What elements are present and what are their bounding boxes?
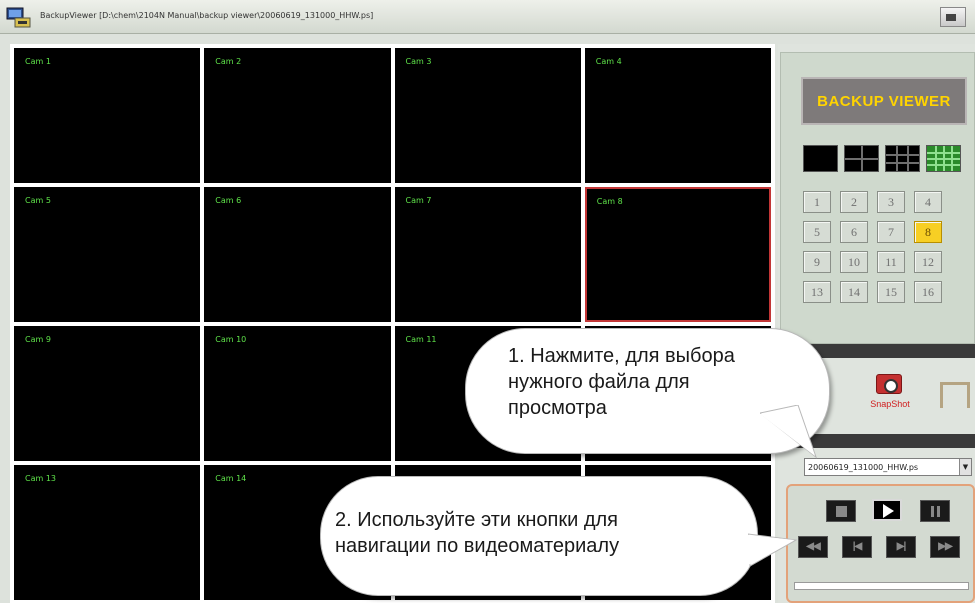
camera-label: Cam 14 bbox=[215, 474, 247, 483]
channel-button[interactable]: 10 bbox=[840, 251, 868, 273]
channel-button[interactable]: 13 bbox=[803, 281, 831, 303]
camera-label: Cam 1 bbox=[25, 57, 51, 66]
channel-button[interactable]: 14 bbox=[840, 281, 868, 303]
play-icon bbox=[883, 504, 894, 518]
minimize-icon bbox=[946, 14, 956, 21]
fast-rewind-button[interactable]: ◀◀ bbox=[798, 536, 828, 558]
title-bar: BackupViewer [D:\chem\2104N Manual\backu… bbox=[0, 0, 975, 34]
logo: BACKUP VIEWER bbox=[801, 77, 967, 125]
channel-button[interactable]: 5 bbox=[803, 221, 831, 243]
camera-label: Cam 8 bbox=[596, 197, 623, 206]
channel-button[interactable]: 2 bbox=[840, 191, 868, 213]
camera-label: Cam 7 bbox=[405, 196, 432, 205]
minimize-button[interactable] bbox=[940, 7, 966, 27]
camera-cell[interactable]: Cam 13 bbox=[14, 465, 201, 600]
window-title: BackupViewer [D:\chem\2104N Manual\backu… bbox=[40, 11, 374, 20]
pause-button[interactable] bbox=[920, 500, 950, 522]
play-button[interactable] bbox=[872, 499, 902, 521]
camera-label: Cam 4 bbox=[595, 57, 622, 66]
camera-label: Cam 5 bbox=[25, 196, 51, 205]
camera-cell[interactable]: Cam 9 bbox=[14, 326, 201, 461]
channel-button[interactable]: 15 bbox=[877, 281, 905, 303]
file-select[interactable]: 20060619_131000_HHW.ps ▼ bbox=[804, 458, 972, 476]
channel-button[interactable]: 12 bbox=[914, 251, 942, 273]
callout-line: нужного файла для bbox=[508, 371, 690, 393]
callout-pointer bbox=[760, 405, 818, 459]
camera-label: Cam 2 bbox=[215, 57, 242, 66]
camera-cell[interactable]: Cam 7 bbox=[394, 187, 581, 322]
camera-cell[interactable]: Cam 8 bbox=[584, 187, 771, 322]
camera-label: Cam 13 bbox=[25, 474, 57, 483]
camera-label: Cam 6 bbox=[215, 196, 242, 205]
fast-forward-button[interactable]: ▶▶ bbox=[930, 536, 960, 558]
stop-icon bbox=[836, 506, 847, 517]
fast-forward-icon: ▶▶ bbox=[938, 541, 952, 552]
stop-button[interactable] bbox=[826, 500, 856, 522]
file-select-value: 20060619_131000_HHW.ps bbox=[808, 463, 919, 472]
camera-cell[interactable]: Cam 4 bbox=[584, 48, 771, 183]
camera-cell[interactable]: Cam 3 bbox=[394, 48, 581, 183]
camera-cell[interactable]: Cam 6 bbox=[204, 187, 391, 322]
playback-panel: ◀◀ |◀ ▶| ▶▶ bbox=[786, 484, 975, 603]
logo-text: BACKUP VIEWER bbox=[817, 92, 951, 110]
camera-icon bbox=[876, 374, 902, 394]
camera-cell[interactable]: Cam 5 bbox=[14, 187, 201, 322]
camera-label: Cam 3 bbox=[405, 57, 432, 66]
camera-label: Cam 9 bbox=[25, 335, 51, 344]
channel-button[interactable]: 4 bbox=[914, 191, 942, 213]
sixteen-view-button[interactable] bbox=[926, 145, 961, 172]
channel-button[interactable]: 16 bbox=[914, 281, 942, 303]
channel-button[interactable]: 9 bbox=[803, 251, 831, 273]
layout-buttons bbox=[803, 145, 961, 172]
step-back-icon: |◀ bbox=[852, 541, 863, 552]
callout-pointer bbox=[748, 533, 798, 567]
quad-view-button[interactable] bbox=[844, 145, 879, 172]
view-selector-panel: BACKUP VIEWER 12345678 9 10 11 12 13 14 … bbox=[780, 52, 975, 344]
nine-view-button[interactable] bbox=[885, 145, 920, 172]
pause-icon bbox=[931, 506, 940, 517]
channel-buttons: 1 2 3 4 5 6 7 8 9 10 11 12 13 14 15 16 bbox=[803, 191, 942, 303]
channel-button[interactable]: 11 bbox=[877, 251, 905, 273]
camera-label: Cam 11 bbox=[405, 335, 437, 344]
camera-cell[interactable]: Cam 2 bbox=[204, 48, 391, 183]
step-forward-icon: ▶| bbox=[896, 541, 907, 552]
chevron-down-icon[interactable]: ▼ bbox=[959, 459, 971, 475]
channel-button[interactable]: 8 bbox=[914, 221, 942, 243]
seek-slider[interactable] bbox=[794, 582, 969, 590]
snapshot-button[interactable]: SnapShot bbox=[866, 372, 914, 416]
fast-rewind-icon: ◀◀ bbox=[806, 541, 820, 552]
camera-cell[interactable]: Cam 1 bbox=[14, 48, 201, 183]
channel-button[interactable]: 6 bbox=[840, 221, 868, 243]
channel-button[interactable]: 7 bbox=[877, 221, 905, 243]
single-view-button[interactable] bbox=[803, 145, 838, 172]
channel-button[interactable]: 3 bbox=[877, 191, 905, 213]
callout-line: навигации по видеоматериалу bbox=[335, 535, 620, 557]
step-forward-button[interactable]: ▶| bbox=[886, 536, 916, 558]
camera-cell[interactable]: Cam 10 bbox=[204, 326, 391, 461]
callout-line: 2. Используйте эти кнопки для bbox=[335, 509, 618, 531]
camera-label: Cam 10 bbox=[215, 335, 247, 344]
channel-button[interactable]: 1 bbox=[803, 191, 831, 213]
app-icon bbox=[6, 7, 31, 28]
step-back-button[interactable]: |◀ bbox=[842, 536, 872, 558]
snapshot-label: SnapShot bbox=[870, 399, 910, 409]
partial-tool-icon[interactable] bbox=[940, 382, 970, 408]
callout-line: 1. Нажмите, для выбора bbox=[508, 345, 735, 367]
callout-playback: 2. Используйте эти кнопки для навигации … bbox=[320, 476, 758, 596]
